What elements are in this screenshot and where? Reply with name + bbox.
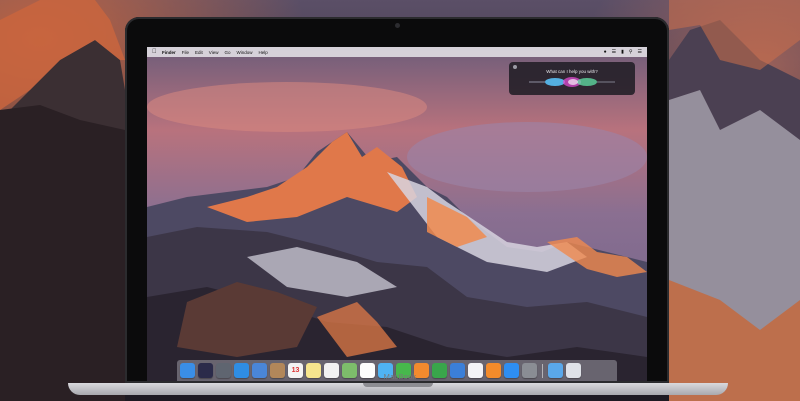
- menu-bar:  Finder File Edit View Go Window Help ●…: [147, 47, 647, 57]
- siri-icon[interactable]: ●: [604, 49, 607, 55]
- wifi-icon[interactable]: ☰: [612, 49, 616, 55]
- menu-item-go[interactable]: Go: [224, 50, 230, 55]
- macbook-display:  Finder File Edit View Go Window Help ●…: [125, 17, 669, 383]
- desktop-wallpaper: [147, 47, 647, 381]
- menu-item-help[interactable]: Help: [259, 50, 268, 55]
- siri-panel: What can I help you with?: [509, 62, 635, 95]
- menu-item-view[interactable]: View: [209, 50, 219, 55]
- lid-notch: [363, 383, 433, 387]
- macbook-brand-label: MacBook: [383, 372, 417, 381]
- battery-icon[interactable]: ▮: [621, 49, 624, 55]
- menu-item-window[interactable]: Window: [237, 50, 253, 55]
- menu-item-finder[interactable]: Finder: [162, 50, 176, 55]
- notification-center-icon[interactable]: ☰: [638, 49, 642, 55]
- apple-logo-icon[interactable]: : [152, 49, 158, 55]
- screen:  Finder File Edit View Go Window Help ●…: [147, 47, 647, 381]
- spotlight-icon[interactable]: ⚲: [629, 49, 633, 55]
- camera-icon: [395, 23, 400, 28]
- siri-prompt: What can I help you with?: [546, 69, 598, 74]
- siri-waveform: [529, 77, 615, 87]
- menu-item-file[interactable]: File: [182, 50, 189, 55]
- macbook-base: [68, 383, 728, 395]
- menu-item-edit[interactable]: Edit: [195, 50, 203, 55]
